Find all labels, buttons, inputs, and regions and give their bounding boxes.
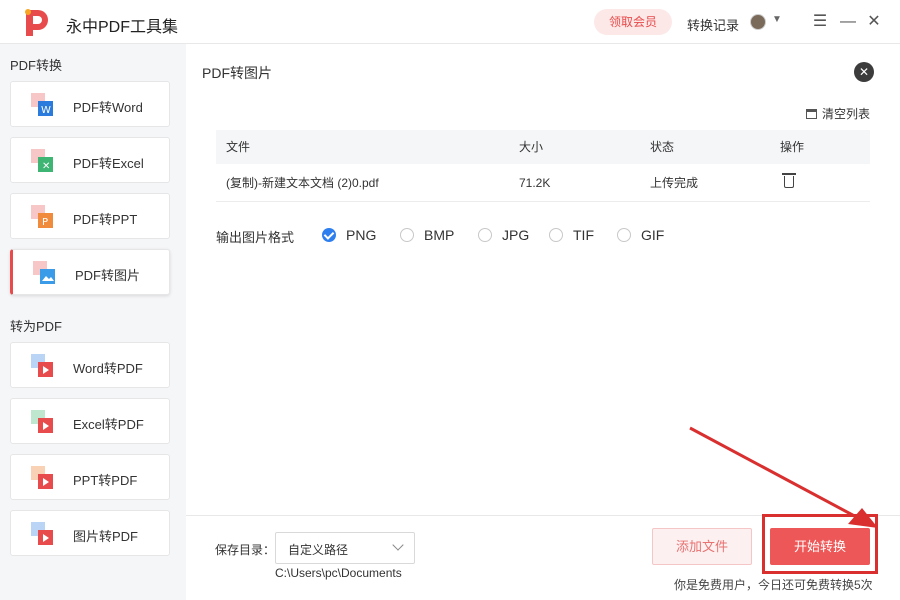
start-convert-button[interactable]: 开始转换 [770,528,870,565]
radio-icon [549,228,563,242]
svg-text:W: W [41,105,51,116]
column-header-action: 操作 [780,140,805,154]
format-label: BMP [424,227,455,243]
file-name: (复制)-新建文本文档 (2)0.pdf [226,176,379,190]
sidebar-item-excel-to-pdf[interactable]: Excel转PDF [10,398,170,444]
sidebar-item-pdf-to-image[interactable]: PDF转图片 [10,249,170,295]
section-title-to-pdf: 转为PDF [10,319,63,334]
file-status: 上传完成 [650,176,699,190]
format-radio-gif[interactable]: GIF [617,227,664,243]
clear-list-button[interactable]: 清空列表 [806,105,870,122]
main-panel: PDF转图片 ✕ 清空列表 文件 大小 状态 操作 (复制)-新建文本文档 (2… [186,44,900,600]
output-format-label: 输出图片格式 [216,230,295,245]
ppt-to-pdf-icon [31,466,53,489]
radio-icon [400,228,414,242]
minimize-icon[interactable]: — [838,12,858,32]
column-header-status: 状态 [650,140,675,154]
save-path-text: C:\Users\pc\Documents [275,566,402,580]
app-title: 永中PDF工具集 [66,19,179,36]
svg-text:P: P [42,217,48,228]
title-bar: 永中PDF工具集 领取会员 转换记录 ▼ ☰ — ✕ [0,0,900,44]
save-directory-value: 自定义路径 [288,543,349,557]
sidebar-item-label: PDF转Word [73,100,143,115]
radio-icon [617,228,631,242]
radio-icon [478,228,492,242]
conversion-history-link[interactable]: 转换记录 [687,15,739,34]
clear-list-label: 清空列表 [822,107,871,121]
svg-text:✕: ✕ [42,161,50,172]
sidebar-item-label: PPT转PDF [73,473,138,488]
pdf-to-word-icon: W [31,93,53,116]
format-radio-tif[interactable]: TIF [549,227,594,243]
file-table: 文件 大小 状态 操作 (复制)-新建文本文档 (2)0.pdf 71.2K 上… [216,130,870,202]
close-icon[interactable]: ✕ [854,62,874,82]
sidebar-item-image-to-pdf[interactable]: 图片转PDF [10,510,170,556]
format-radio-bmp[interactable]: BMP [400,227,454,243]
quota-text: 你是免费用户，今日还可免费转换5次 [674,578,873,592]
format-label: GIF [641,227,665,243]
save-directory-label: 保存目录： [215,543,276,557]
column-header-size: 大小 [519,140,544,154]
format-label: TIF [573,227,594,243]
file-size: 71.2K [519,176,551,190]
app-logo-icon [25,9,48,36]
trash-icon[interactable] [782,173,796,188]
chevron-down-icon [392,539,404,551]
chevron-down-icon[interactable]: ▼ [772,14,782,25]
sidebar: PDF转换 W PDF转Word ✕ PDF转Excel P PDF转PPT P… [0,44,186,600]
sidebar-item-label: PDF转图片 [75,268,141,283]
clear-icon [806,109,817,119]
add-file-button[interactable]: 添加文件 [652,528,752,565]
save-directory-select[interactable]: 自定义路径 [275,532,415,564]
sidebar-item-pdf-to-word[interactable]: W PDF转Word [10,81,170,127]
format-label: JPG [502,227,530,243]
sidebar-item-label: PDF转Excel [73,156,144,171]
section-title-pdf-convert: PDF转换 [10,58,63,73]
word-to-pdf-icon [31,354,53,377]
sidebar-item-label: Excel转PDF [73,417,144,432]
pdf-to-excel-icon: ✕ [31,149,53,172]
sidebar-item-pdf-to-ppt[interactable]: P PDF转PPT [10,193,170,239]
get-vip-button[interactable]: 领取会员 [594,9,672,35]
pdf-to-ppt-icon: P [31,205,53,228]
page-title: PDF转图片 [202,65,272,81]
table-header: 文件 大小 状态 操作 [216,130,870,164]
sidebar-item-pdf-to-excel[interactable]: ✕ PDF转Excel [10,137,170,183]
format-label: PNG [346,227,377,243]
sidebar-item-label: Word转PDF [73,361,143,376]
image-to-pdf-icon [31,522,53,545]
avatar[interactable] [750,14,766,30]
close-window-icon[interactable]: ✕ [864,12,884,32]
pdf-to-image-icon [33,261,55,284]
column-header-file: 文件 [226,140,251,154]
sidebar-item-label: 图片转PDF [73,529,139,544]
sidebar-item-label: PDF转PPT [73,212,138,227]
format-radio-jpg[interactable]: JPG [478,227,529,243]
sidebar-item-ppt-to-pdf[interactable]: PPT转PDF [10,454,170,500]
format-radio-png[interactable]: PNG [322,227,376,243]
radio-checked-icon [322,228,336,242]
menu-icon[interactable]: ☰ [810,12,830,32]
excel-to-pdf-icon [31,410,53,433]
table-row: (复制)-新建文本文档 (2)0.pdf 71.2K 上传完成 [216,164,870,202]
sidebar-item-word-to-pdf[interactable]: Word转PDF [10,342,170,388]
